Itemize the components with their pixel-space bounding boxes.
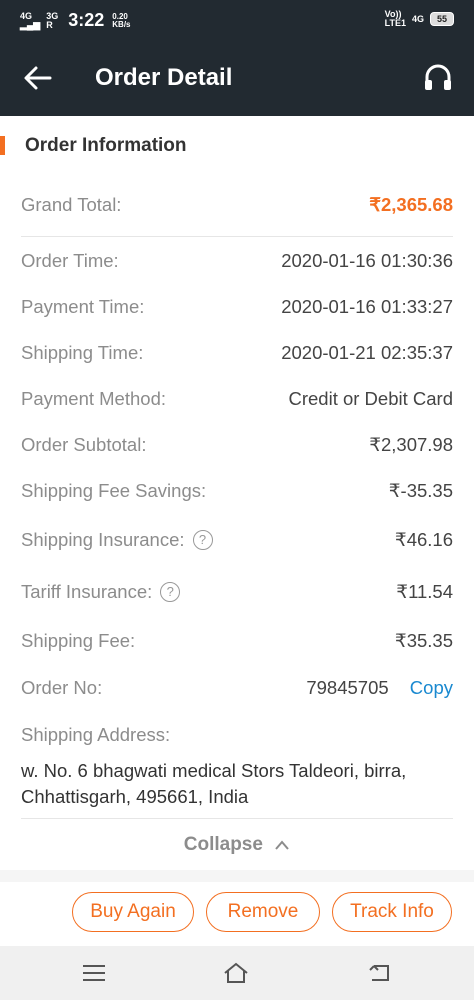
track-info-button[interactable]: Track Info: [332, 892, 452, 932]
order-no-row: Order No: 79845705 Copy: [21, 677, 453, 699]
status-right: Vo)) LTE1 4G 55: [385, 10, 454, 28]
section-title: Order Information: [25, 135, 187, 156]
back-arrow-icon[interactable]: [22, 62, 54, 94]
signal-2-bottom: R: [46, 19, 53, 30]
shipping-insurance-row: Shipping Insurance: ? ₹46.16: [21, 529, 453, 551]
signal-1: 4G ▂▄▆: [20, 11, 41, 30]
shipping-insurance-label-group: Shipping Insurance: ?: [21, 529, 213, 551]
shipping-time-value: 2020-01-21 02:35:37: [281, 342, 453, 363]
shipping-time-label: Shipping Time:: [21, 342, 144, 363]
status-bar: 4G ▂▄▆ 3G R 3:22 0.20 KB/s Vo)) LTE1 4G …: [0, 0, 474, 42]
divider: [21, 236, 453, 237]
shipping-time-row: Shipping Time: 2020-01-21 02:35:37: [21, 342, 453, 364]
shipping-fee-value: ₹35.35: [394, 630, 453, 651]
tariff-insurance-value: ₹11.54: [396, 581, 453, 602]
app-bar: Order Detail: [0, 42, 474, 116]
clock: 3:22: [68, 10, 105, 30]
volte-bottom: LTE1: [384, 18, 406, 28]
back-nav-icon[interactable]: [366, 960, 394, 986]
speed-unit: KB/s: [112, 19, 131, 29]
network-speed: 0.20 KB/s: [112, 12, 131, 29]
collapse-button[interactable]: Collapse: [0, 834, 474, 856]
tariff-insurance-row: Tariff Insurance: ? ₹11.54: [21, 581, 453, 603]
battery-icon: 55: [429, 12, 454, 26]
shipping-insurance-value: ₹46.16: [394, 529, 453, 550]
copy-button[interactable]: Copy: [410, 677, 453, 698]
shipping-insurance-label: Shipping Insurance:: [21, 529, 185, 550]
shipping-address-value: w. No. 6 bhagwati medical Stors Taldeori…: [21, 760, 407, 807]
payment-method-label: Payment Method:: [21, 388, 166, 409]
tariff-insurance-label: Tariff Insurance:: [21, 581, 153, 602]
help-icon[interactable]: ?: [160, 582, 181, 602]
system-nav-bar: [0, 946, 474, 1000]
order-time-label: Order Time:: [21, 250, 119, 271]
shipping-fee-savings-value: ₹-35.35: [388, 480, 453, 501]
buy-again-button[interactable]: Buy Again: [72, 892, 194, 932]
order-time-row: Order Time: 2020-01-16 01:30:36: [21, 250, 453, 272]
order-time-value: 2020-01-16 01:30:36: [281, 250, 453, 271]
network-type: 4G: [411, 14, 424, 24]
payment-time-label: Payment Time:: [21, 296, 145, 317]
shipping-fee-label: Shipping Fee:: [21, 630, 136, 651]
shipping-fee-savings-row: Shipping Fee Savings: ₹-35.35: [21, 480, 453, 502]
headset-icon[interactable]: [422, 62, 454, 94]
grand-total-value: ₹2,365.68: [369, 194, 453, 215]
remove-button[interactable]: Remove: [206, 892, 320, 932]
order-subtotal-label: Order Subtotal:: [21, 434, 147, 455]
payment-time-value: 2020-01-16 01:33:27: [281, 296, 453, 317]
order-subtotal-value: ₹2,307.98: [369, 434, 453, 455]
shipping-fee-savings-label: Shipping Fee Savings:: [21, 480, 207, 501]
collapse-label: Collapse: [183, 834, 263, 855]
menu-icon[interactable]: [80, 960, 108, 986]
payment-method-value: Credit or Debit Card: [288, 388, 453, 409]
shipping-address-label: Shipping Address:: [21, 724, 171, 745]
payment-time-row: Payment Time: 2020-01-16 01:33:27: [21, 296, 453, 318]
action-bar: Buy Again Remove Track Info: [0, 882, 474, 946]
order-information-card: Order Information Grand Total: ₹2,365.68…: [0, 116, 474, 870]
page-title: Order Detail: [95, 64, 233, 91]
order-subtotal-row: Order Subtotal: ₹2,307.98: [21, 434, 453, 456]
order-no-group: 79845705 Copy: [306, 677, 453, 699]
signal-2: 3G R: [46, 11, 58, 30]
tariff-insurance-label-group: Tariff Insurance: ?: [21, 581, 181, 603]
grand-total-row: Grand Total: ₹2,365.68: [21, 194, 453, 216]
signal-bars-icon: ▂▄▆: [20, 19, 41, 30]
volte-indicator: Vo)) LTE1: [385, 10, 406, 28]
status-left: 4G ▂▄▆ 3G R 3:22 0.20 KB/s: [20, 10, 131, 31]
payment-method-row: Payment Method: Credit or Debit Card: [21, 388, 453, 410]
help-icon[interactable]: ?: [192, 530, 213, 550]
section-accent-bar: [0, 136, 5, 155]
order-no-label: Order No:: [21, 677, 103, 698]
order-no-value: 79845705: [306, 677, 389, 698]
home-icon[interactable]: [222, 960, 250, 986]
grand-total-label: Grand Total:: [21, 194, 122, 215]
shipping-fee-row: Shipping Fee: ₹35.35: [21, 630, 453, 652]
divider: [21, 818, 453, 819]
chevron-up-icon: [275, 840, 289, 850]
